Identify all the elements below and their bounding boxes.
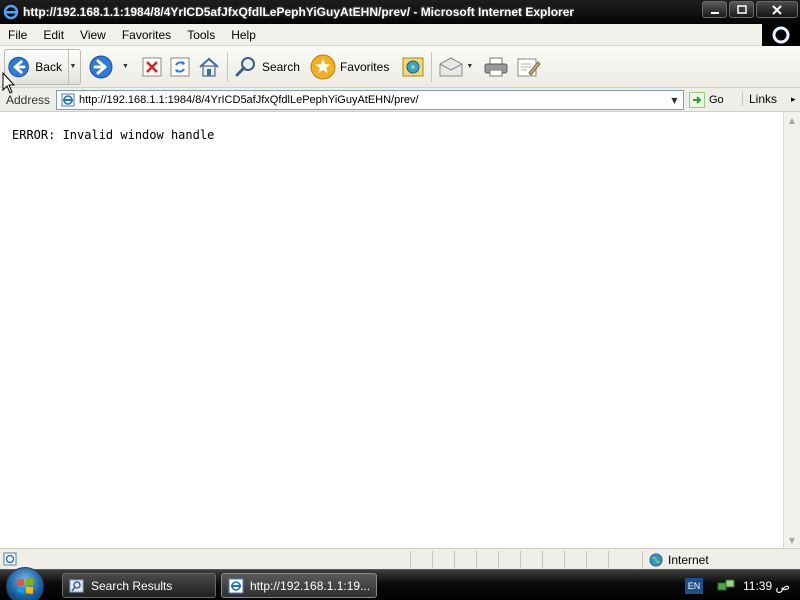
globe-icon <box>649 553 663 566</box>
links-chevron-icon[interactable]: ▸ <box>791 94 796 105</box>
system-tray: EN 11:39 ص <box>685 570 800 600</box>
go-label: Go <box>709 94 724 106</box>
links-toolbar[interactable]: Links ▸ <box>742 92 800 106</box>
maximize-icon <box>736 5 747 14</box>
throbber-icon <box>772 26 790 44</box>
minimize-icon <box>710 11 719 14</box>
window-title: http://192.168.1.1:1984/8/4YrICD5afJfxQf… <box>23 5 575 19</box>
search-results-icon <box>69 578 85 594</box>
scroll-down-icon[interactable]: ▼ <box>784 532 800 548</box>
back-label: Back <box>35 59 62 74</box>
print-icon <box>484 57 508 76</box>
ie-icon <box>3 4 19 20</box>
status-panel <box>410 551 432 568</box>
media-button[interactable] <box>398 49 428 85</box>
toolbar-separator <box>431 51 433 82</box>
home-icon <box>199 57 219 77</box>
media-icon <box>402 57 424 76</box>
print-button[interactable] <box>480 49 512 85</box>
start-button[interactable] <box>6 567 44 600</box>
mail-dropdown-icon[interactable]: ▼ <box>466 63 473 70</box>
window-controls <box>702 1 798 18</box>
home-button[interactable] <box>194 49 224 85</box>
refresh-button[interactable] <box>166 49 194 85</box>
status-panel <box>432 551 454 568</box>
status-panel <box>454 551 476 568</box>
address-label: Address <box>6 92 51 107</box>
forward-dropdown-icon[interactable]: ▼ <box>122 63 129 70</box>
status-panels <box>410 551 630 568</box>
close-window-button[interactable] <box>756 1 798 18</box>
browser-throbber <box>762 24 800 46</box>
stop-icon <box>142 57 162 76</box>
close-icon <box>772 4 782 15</box>
edit-button[interactable] <box>512 49 544 85</box>
menu-help[interactable]: Help <box>223 28 264 42</box>
taskbar-item-label: Search Results <box>91 578 173 593</box>
go-arrow-icon <box>689 92 705 108</box>
page-content: ERROR: Invalid window handle <box>0 112 783 548</box>
ie-taskbar-icon <box>228 578 244 594</box>
title-bar[interactable]: http://192.168.1.1:1984/8/4YrICD5afJfxQf… <box>0 0 800 24</box>
menu-tools[interactable]: Tools <box>179 28 223 42</box>
network-icon[interactable] <box>717 578 735 594</box>
favorites-star-icon <box>310 54 336 79</box>
scroll-up-icon[interactable]: ▲ <box>784 112 800 128</box>
menu-favorites[interactable]: Favorites <box>114 28 179 42</box>
refresh-icon <box>170 57 190 76</box>
address-field[interactable]: ▼ <box>56 90 684 110</box>
menu-edit[interactable]: Edit <box>35 28 72 42</box>
stop-button[interactable] <box>138 49 166 85</box>
status-bar: Internet <box>0 548 800 569</box>
maximize-button[interactable] <box>729 1 754 18</box>
go-button[interactable]: Go <box>689 91 724 109</box>
back-dropdown-icon[interactable]: ▼ <box>67 49 77 84</box>
status-panel <box>608 551 630 568</box>
status-panel <box>542 551 564 568</box>
vertical-scrollbar[interactable]: ▲ ▼ <box>783 112 800 548</box>
forward-arrow-icon <box>89 55 113 78</box>
standard-toolbar: Back ▼ ▼ Search Favorites ▼ <box>0 46 800 88</box>
page-icon <box>60 92 76 108</box>
favorites-button[interactable]: Favorites <box>307 49 392 85</box>
favorites-label: Favorites <box>339 59 390 74</box>
status-page-icon <box>3 552 17 566</box>
address-bar: Address ▼ Go Links ▸ <box>0 88 800 112</box>
status-panel <box>564 551 586 568</box>
status-panel <box>476 551 498 568</box>
language-indicator[interactable]: EN <box>685 577 703 594</box>
search-label: Search <box>261 59 300 74</box>
toolbar-separator <box>226 51 228 82</box>
url-input[interactable] <box>79 94 659 106</box>
edit-icon <box>517 58 541 76</box>
clock[interactable]: 11:39 ص <box>743 579 790 593</box>
menu-view[interactable]: View <box>72 28 114 42</box>
status-panel <box>520 551 542 568</box>
minimize-button[interactable] <box>702 1 727 18</box>
status-panel <box>586 551 608 568</box>
links-label: Links <box>749 92 778 106</box>
menu-file[interactable]: File <box>0 28 35 42</box>
taskbar-item-label: http://192.168.1.1:19... <box>250 578 371 593</box>
mail-icon <box>439 56 463 76</box>
taskbar-item-ie-window[interactable]: http://192.168.1.1:19... <box>221 573 377 598</box>
forward-button[interactable]: ▼ <box>85 49 132 85</box>
windows-logo-icon <box>17 578 33 594</box>
menu-bar: File Edit View Favorites Tools Help <box>0 24 800 46</box>
search-icon <box>235 56 255 76</box>
taskbar-item-search-results[interactable]: Search Results <box>62 573 216 598</box>
error-message: ERROR: Invalid window handle <box>12 128 215 142</box>
address-dropdown-icon[interactable]: ▼ <box>666 91 683 109</box>
search-button[interactable]: Search <box>231 49 303 85</box>
mail-button[interactable]: ▼ <box>435 49 476 85</box>
mouse-cursor-icon <box>2 72 16 94</box>
zone-label: Internet <box>668 552 709 567</box>
taskbar: Search Results http://192.168.1.1:19... … <box>0 567 800 600</box>
security-zone[interactable]: Internet <box>642 551 800 568</box>
status-panel <box>498 551 520 568</box>
